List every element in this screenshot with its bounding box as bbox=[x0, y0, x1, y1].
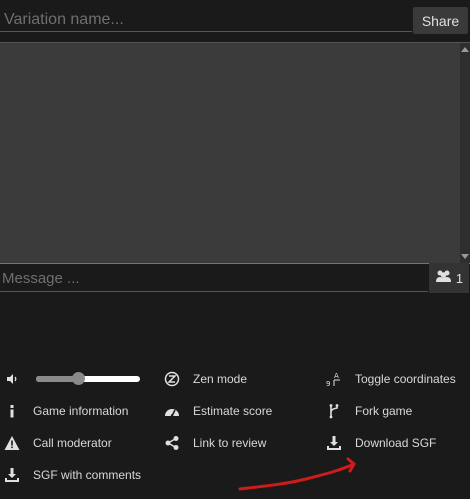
users-icon bbox=[435, 270, 452, 286]
volume-slider[interactable] bbox=[36, 372, 140, 385]
call-moderator-label: Call moderator bbox=[33, 436, 112, 450]
zen-mode-icon bbox=[164, 371, 180, 387]
download-icon bbox=[326, 435, 342, 451]
share-button[interactable]: Share bbox=[413, 7, 468, 34]
call-moderator-button[interactable]: Call moderator bbox=[4, 435, 112, 451]
scroll-down-arrow-icon[interactable] bbox=[461, 254, 469, 259]
chat-message-input[interactable] bbox=[0, 266, 428, 292]
volume-control bbox=[4, 371, 33, 387]
warning-icon bbox=[4, 435, 20, 451]
chat-users-button[interactable]: 1 bbox=[429, 263, 469, 293]
download-sgf-label: Download SGF bbox=[355, 436, 437, 450]
link-to-review-label: Link to review bbox=[193, 436, 267, 450]
download-icon bbox=[4, 467, 20, 483]
game-information-label: Game information bbox=[33, 404, 129, 418]
download-sgf-button[interactable]: Download SGF bbox=[326, 435, 436, 451]
scroll-up-arrow-icon[interactable] bbox=[461, 47, 469, 52]
chat-scrollbar[interactable] bbox=[460, 43, 470, 263]
volume-icon[interactable] bbox=[4, 371, 20, 387]
fork-game-button[interactable]: Fork game bbox=[326, 403, 412, 419]
svg-text:9: 9 bbox=[326, 380, 330, 387]
coordinates-icon: A9 bbox=[326, 371, 342, 387]
red-arrow-annotation bbox=[238, 457, 356, 491]
svg-text:A: A bbox=[334, 372, 339, 380]
share-icon bbox=[164, 435, 180, 451]
zen-mode-label: Zen mode bbox=[193, 372, 248, 386]
toggle-coordinates-button[interactable]: A9 Toggle coordinates bbox=[326, 371, 456, 387]
toggle-coordinates-label: Toggle coordinates bbox=[355, 372, 456, 386]
info-icon bbox=[4, 403, 20, 419]
volume-slider-handle[interactable] bbox=[71, 372, 85, 385]
gauge-icon bbox=[164, 403, 180, 419]
zen-mode-button[interactable]: Zen mode bbox=[164, 371, 247, 387]
fork-icon bbox=[326, 403, 342, 419]
game-information-button[interactable]: Game information bbox=[4, 403, 128, 419]
estimate-score-label: Estimate score bbox=[193, 404, 273, 418]
variation-name-input[interactable] bbox=[0, 8, 412, 32]
chat-log[interactable] bbox=[0, 42, 470, 264]
sgf-with-comments-button[interactable]: SGF with comments bbox=[4, 467, 141, 483]
fork-game-label: Fork game bbox=[355, 404, 413, 418]
sgf-with-comments-label: SGF with comments bbox=[33, 468, 142, 482]
chat-user-count: 1 bbox=[455, 270, 464, 286]
estimate-score-button[interactable]: Estimate score bbox=[164, 403, 272, 419]
link-to-review-button[interactable]: Link to review bbox=[164, 435, 266, 451]
